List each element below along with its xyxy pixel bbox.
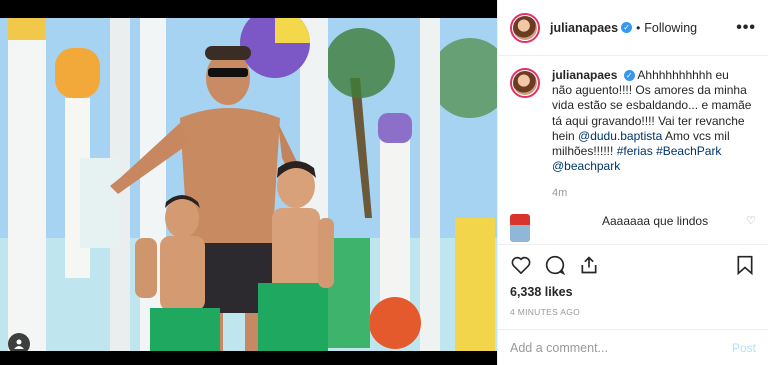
verified-badge-icon: ✓ (623, 70, 635, 82)
mention-link[interactable]: @dudu.baptista (578, 129, 662, 143)
bookmark-icon[interactable] (734, 254, 756, 276)
comment-avatar[interactable] (510, 213, 530, 242)
avatar[interactable] (510, 12, 540, 43)
caption-username[interactable]: julianapaes (552, 68, 617, 82)
caption: julianapaes ✓ Ahhhhhhhhhh eu não aguento… (510, 68, 756, 202)
post-photo (0, 18, 497, 351)
mention-link[interactable]: @beachpark (552, 159, 620, 173)
following-button[interactable]: Following (644, 21, 697, 35)
caption-body: julianapaes ✓ Ahhhhhhhhhh eu não aguento… (552, 68, 752, 202)
caption-avatar[interactable] (510, 68, 540, 98)
post-header: julianapaes ✓ • Following ••• (498, 0, 768, 56)
user-tag-icon[interactable] (8, 333, 30, 355)
likes-count[interactable]: 6,338 likes (498, 285, 768, 303)
water-park-photo (0, 18, 497, 351)
comment-like-icon[interactable]: ♡ (746, 214, 756, 227)
username-link[interactable]: julianapaes (550, 21, 618, 35)
hashtag-link[interactable]: #ferias (617, 144, 653, 158)
heart-icon[interactable] (510, 254, 532, 276)
caption-time: 4m (552, 187, 568, 200)
add-comment-bar: Add a comment... Post (498, 329, 768, 365)
comment-input[interactable]: Add a comment... (510, 341, 608, 355)
comment-text: Aaaaaaa que lindos (602, 213, 709, 228)
hashtag-link[interactable]: #BeachPark (656, 144, 721, 158)
verified-badge-icon: ✓ (621, 22, 633, 33)
comment-icon[interactable] (544, 254, 566, 276)
comment-row: Aaaaaaa que lindos ♡ (510, 213, 756, 242)
separator-dot: • (636, 20, 641, 35)
post-sidebar: julianapaes ✓ • Following ••• julianapae… (497, 0, 768, 365)
action-bar (498, 244, 768, 285)
share-icon[interactable] (578, 254, 600, 276)
post-comment-button[interactable]: Post (732, 341, 756, 355)
comments-area: julianapaes ✓ Ahhhhhhhhhh eu não aguento… (498, 56, 768, 244)
post-timestamp: 4 MINUTES AGO (510, 307, 581, 317)
more-options-icon[interactable]: ••• (736, 19, 756, 37)
post-media[interactable] (0, 0, 497, 365)
